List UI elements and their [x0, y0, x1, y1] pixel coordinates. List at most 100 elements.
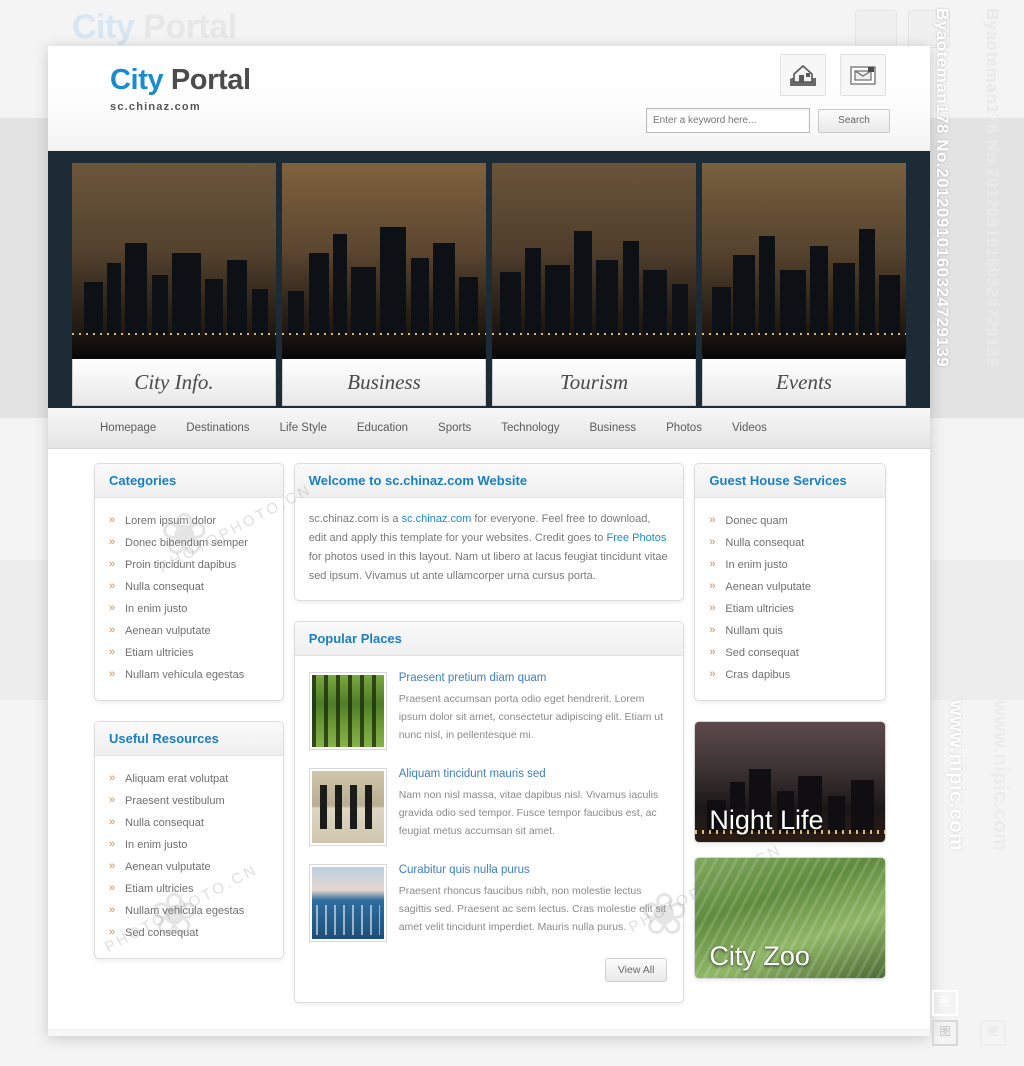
chevron-right-icon: » [709, 668, 716, 680]
site-logo[interactable]: City Portal sc.chinaz.com [110, 64, 251, 113]
list-item[interactable]: » Aliquam erat volutpat [109, 768, 269, 790]
chevron-right-icon: » [109, 646, 116, 658]
site-header: City Portal sc.chinaz.com Enter a keywor… [48, 46, 930, 151]
list-item-label: Nulla consequat [125, 817, 204, 829]
logo-portal: Portal [163, 64, 251, 96]
chevron-right-icon: » [709, 536, 716, 548]
list-item[interactable]: Aliquam tincidunt mauris sed Nam non nis… [308, 764, 670, 860]
panel-title: Welcome to sc.chinaz.com Website [294, 464, 684, 498]
home-icon[interactable] [780, 54, 826, 96]
watermark-site-back: www.nipic.com [989, 700, 1011, 852]
nav-item-photos[interactable]: Photos [666, 422, 702, 434]
panel-guest-house-services: Guest House Services » Donec quam » Nulla … [694, 463, 886, 701]
list-item-label: Nullam quis [725, 625, 783, 637]
panel-welcome: Welcome to sc.chinaz.com Website sc.chin… [293, 463, 685, 601]
ghost-home-icon [855, 10, 897, 48]
chevron-right-icon: » [109, 580, 116, 592]
list-item[interactable]: » Nulla consequat [709, 532, 871, 554]
hero-caption: Events [702, 359, 906, 406]
chevron-right-icon: » [709, 602, 716, 614]
ghost-logo: City Portal [72, 8, 237, 47]
list-item-label: Aenean vulputate [725, 581, 812, 593]
place-title[interactable]: Curabitur quis nulla purus [399, 864, 670, 876]
people-thumbnail [308, 768, 387, 846]
chevron-right-icon: » [709, 580, 716, 592]
hero-card-business[interactable]: Business [282, 163, 486, 408]
watermark-badge-primary: 图 [932, 990, 958, 1016]
hero-image-business [282, 163, 486, 359]
place-body: Curabitur quis nulla purus Praesent rhon… [399, 864, 670, 942]
list-item[interactable]: » Donec quam [709, 510, 871, 532]
nav-item-videos[interactable]: Videos [732, 422, 767, 434]
nav-item-homepage[interactable]: Homepage [100, 422, 156, 434]
list-item-label: Sed consequat [725, 647, 799, 659]
list-item-label: Aenean vulputate [125, 625, 211, 637]
chevron-right-icon: » [109, 602, 116, 614]
logo-text: City Portal [110, 64, 251, 97]
place-title[interactable]: Aliquam tincidunt mauris sed [399, 768, 670, 780]
list-item[interactable]: » Praesent vestibulum [109, 790, 269, 812]
nav-item-destinations[interactable]: Destinations [186, 422, 249, 434]
list-item[interactable]: » In enim justo [709, 554, 871, 576]
panel-title: Popular Places [294, 622, 684, 656]
panel-body: » Donec quam » Nulla consequat » In enim ju… [695, 498, 885, 700]
ghost-logo-portal: Portal [134, 8, 237, 46]
nav-item-technology[interactable]: Technology [501, 422, 559, 434]
list-item[interactable]: » Cras dapibus [709, 664, 871, 686]
chevron-right-icon: » [109, 860, 116, 872]
search-input[interactable] [646, 108, 810, 133]
watermark-badge-secondary: 图 [932, 1020, 958, 1046]
list-item[interactable]: » Nulla consequat [109, 576, 269, 598]
guest-house-list: » Donec quam » Nulla consequat » In enim ju… [709, 510, 871, 686]
chevron-right-icon: » [109, 536, 116, 548]
list-item[interactable]: Curabitur quis nulla purus Praesent rhon… [308, 860, 670, 956]
list-item-label: Nullam vehicula egestas [125, 669, 245, 681]
chevron-right-icon: » [709, 624, 716, 636]
welcome-link-free-photos[interactable]: Free Photos [606, 532, 666, 544]
chevron-right-icon: » [709, 558, 716, 570]
watermark-fish-icon-bottom-left: ❀ [150, 882, 199, 947]
list-item[interactable]: » Aenean vulputate [109, 620, 269, 642]
hero-image-events [702, 163, 906, 359]
nav-item-business[interactable]: Business [589, 422, 636, 434]
list-item[interactable]: » Nullam vehicula egestas [109, 664, 269, 686]
list-item[interactable]: » Nullam quis [709, 620, 871, 642]
list-item[interactable]: Praesent pretium diam quam Praesent accu… [308, 668, 670, 764]
chevron-right-icon: » [709, 514, 716, 526]
list-item[interactable]: » Aenean vulputate [709, 576, 871, 598]
place-title[interactable]: Praesent pretium diam quam [399, 672, 670, 684]
list-item[interactable]: » Sed consequat [709, 642, 871, 664]
list-item-label: Praesent vestibulum [125, 795, 225, 807]
hero-card-tourism[interactable]: Tourism [492, 163, 696, 408]
place-description: Praesent accumsan porta odio eget hendre… [398, 693, 664, 741]
hero-card-city-info[interactable]: City Info. [72, 163, 276, 408]
search-form: Search [646, 108, 890, 133]
chevron-right-icon: » [109, 816, 116, 828]
promo-label: City Zoo [709, 941, 810, 971]
promo-banner-night-life[interactable]: Night Life [694, 721, 886, 843]
ghost-logo-city: City [72, 8, 135, 46]
nav-item-sports[interactable]: Sports [438, 422, 471, 434]
list-item-label: In enim justo [125, 603, 188, 615]
list-item[interactable]: » Nulla consequat [109, 812, 269, 834]
watermark-fish-icon-bottom-right: ❀ [640, 882, 689, 947]
nav-item-life-style[interactable]: Life Style [280, 422, 327, 434]
chevron-right-icon: » [109, 558, 116, 570]
search-button[interactable]: Search [818, 108, 890, 133]
list-item[interactable]: » Etiam ultricies [709, 598, 871, 620]
hero-card-events[interactable]: Events [702, 163, 906, 408]
nav-item-education[interactable]: Education [357, 422, 408, 434]
list-item-label: Etiam ultricies [725, 603, 794, 615]
view-all-button[interactable]: View All [604, 958, 668, 982]
welcome-link-site[interactable]: sc.chinaz.com [402, 513, 472, 525]
promo-label: Night Life [709, 805, 824, 835]
list-item[interactable]: » Etiam ultricies [109, 642, 269, 664]
hero-caption: Tourism [492, 359, 696, 406]
list-item-label: In enim justo [125, 839, 188, 851]
chevron-right-icon: » [109, 668, 116, 680]
chevron-right-icon: » [709, 646, 716, 658]
list-item-label: Cras dapibus [725, 669, 791, 681]
list-item[interactable]: » In enim justo [109, 598, 269, 620]
list-item[interactable]: » In enim justo [109, 834, 269, 856]
mail-icon[interactable] [840, 54, 886, 96]
